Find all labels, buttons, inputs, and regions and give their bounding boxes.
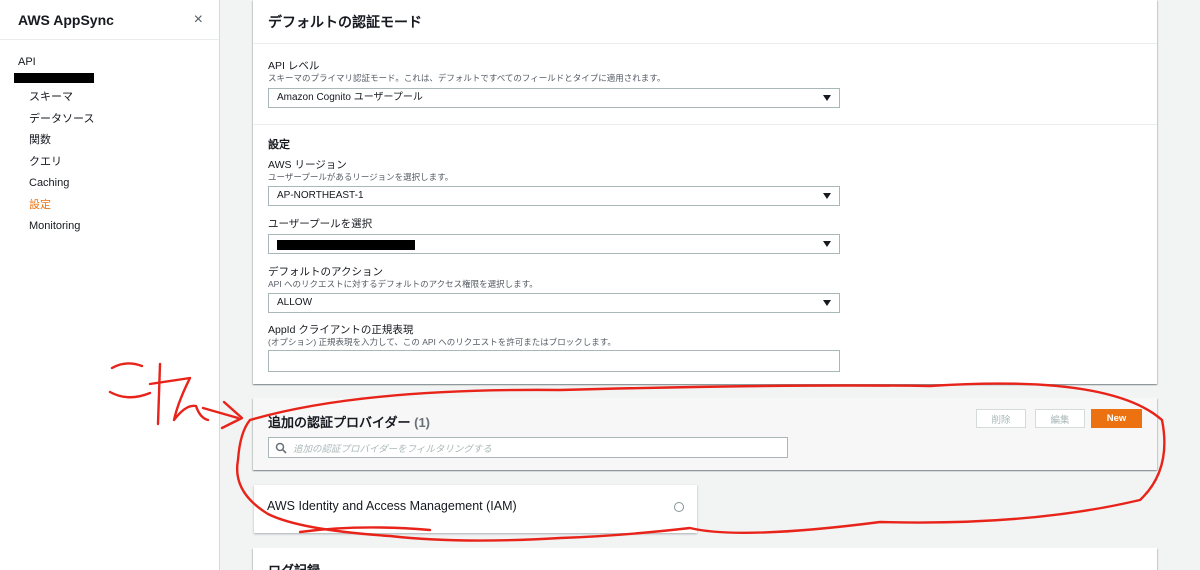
user-pool-select[interactable] xyxy=(268,234,840,254)
additional-providers-panel: 追加の認証プロバイダー (1) 削除 編集 New 追加の認証プロバイダーをフィ… xyxy=(253,398,1157,470)
appid-regex-input[interactable] xyxy=(268,350,840,372)
sidebar-header: AWS AppSync × xyxy=(0,0,219,40)
provider-filter-input[interactable]: 追加の認証プロバイダーをフィルタリングする xyxy=(268,437,788,458)
panel-header: デフォルトの認証モード xyxy=(253,0,1157,44)
sidebar: AWS AppSync × API スキーマ データソース 関数 クエリ Cac… xyxy=(0,0,220,570)
caret-down-icon xyxy=(823,193,831,199)
providers-count: (1) xyxy=(414,415,430,430)
divider xyxy=(253,124,1157,125)
providers-title-text: 追加の認証プロバイダー xyxy=(268,415,411,430)
caret-down-icon xyxy=(823,241,831,247)
api-level-value: Amazon Cognito ユーザープール xyxy=(277,92,423,103)
app-title: AWS AppSync xyxy=(18,11,114,28)
redacted-user-pool xyxy=(277,240,415,250)
default-action-label: デフォルトのアクション xyxy=(268,266,383,278)
edit-button[interactable]: 編集 xyxy=(1035,409,1085,428)
sidebar-item-settings[interactable]: 設定 xyxy=(29,198,94,220)
nav-list: スキーマ データソース 関数 クエリ Caching 設定 Monitoring xyxy=(29,90,94,241)
close-icon[interactable]: × xyxy=(194,11,203,28)
radio-button[interactable] xyxy=(674,502,684,512)
sidebar-item-monitoring[interactable]: Monitoring xyxy=(29,219,94,241)
user-pool-label: ユーザープールを選択 xyxy=(268,218,373,230)
default-action-select[interactable]: ALLOW xyxy=(268,293,840,313)
panel-title: デフォルトの認証モード xyxy=(268,14,422,30)
logging-title: ログ記録 xyxy=(268,560,320,570)
providers-title: 追加の認証プロバイダー (1) xyxy=(268,412,430,431)
delete-button[interactable]: 削除 xyxy=(976,409,1026,428)
api-level-label: API レベル xyxy=(268,60,320,72)
caret-down-icon xyxy=(823,95,831,101)
region-value: AP-NORTHEAST-1 xyxy=(277,190,364,201)
logging-panel: ログ記録 xyxy=(253,548,1157,570)
region-select[interactable]: AP-NORTHEAST-1 xyxy=(268,186,840,206)
provider-card-label: AWS Identity and Access Management (IAM) xyxy=(267,499,517,513)
default-auth-panel: デフォルトの認証モード API レベル スキーマのプライマリ認証モード。これは、… xyxy=(253,0,1157,384)
default-action-desc: API へのリクエストに対するデフォルトのアクセス権限を選択します。 xyxy=(268,279,538,289)
region-label: AWS リージョン xyxy=(268,159,347,171)
region-desc: ユーザープールがあるリージョンを選択します。 xyxy=(268,172,454,182)
appid-desc: (オプション) 正規表現を入力して、この API へのリクエストを許可またはブロ… xyxy=(268,337,616,347)
new-button[interactable]: New xyxy=(1091,409,1142,428)
caret-down-icon xyxy=(823,300,831,306)
nav-api-label: API xyxy=(18,56,36,68)
sidebar-item-data-sources[interactable]: データソース xyxy=(29,112,94,134)
settings-title: 設定 xyxy=(268,139,290,151)
filter-placeholder: 追加の認証プロバイダーをフィルタリングする xyxy=(293,443,492,455)
search-icon xyxy=(275,442,287,454)
sidebar-item-functions[interactable]: 関数 xyxy=(29,133,94,155)
sidebar-item-schema[interactable]: スキーマ xyxy=(29,90,94,112)
sidebar-item-caching[interactable]: Caching xyxy=(29,176,94,198)
redacted-api-name xyxy=(14,73,94,83)
sidebar-item-queries[interactable]: クエリ xyxy=(29,155,94,177)
provider-card-iam[interactable]: AWS Identity and Access Management (IAM) xyxy=(254,485,697,533)
default-action-value: ALLOW xyxy=(277,297,313,308)
annotation-arrow-head xyxy=(220,400,244,430)
api-level-select[interactable]: Amazon Cognito ユーザープール xyxy=(268,88,840,108)
api-level-desc: スキーマのプライマリ認証モード。これは、デフォルトですべてのフィールドとタイプに… xyxy=(268,73,666,83)
appid-label: AppId クライアントの正規表現 xyxy=(268,324,414,336)
